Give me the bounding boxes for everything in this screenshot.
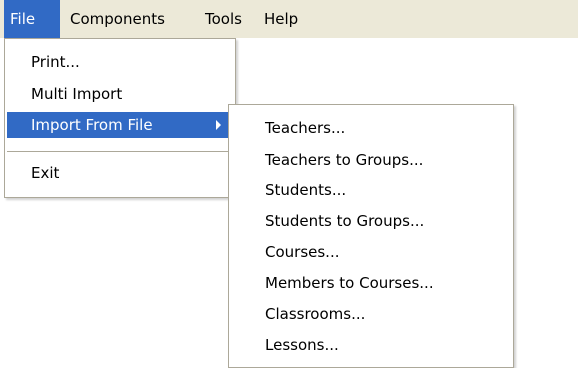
submenu-item-courses[interactable]: Courses... [231,239,511,265]
menu-item-multi-import[interactable]: Multi Import [7,81,233,107]
menu-tools[interactable]: Tools [199,0,248,38]
menu-separator [7,151,233,152]
submenu-item-lessons[interactable]: Lessons... [231,332,511,358]
menu-item-import-from-file-label: Import From File [31,116,153,134]
menu-components[interactable]: Components [64,0,171,38]
submenu-item-teachers-to-groups[interactable]: Teachers to Groups... [231,147,511,173]
submenu-item-classrooms[interactable]: Classrooms... [231,301,511,327]
menu-file[interactable]: File [4,0,60,38]
submenu-item-students-to-groups[interactable]: Students to Groups... [231,208,511,234]
import-from-file-submenu: Teachers... Teachers to Groups... Studen… [228,104,514,368]
submenu-item-teachers[interactable]: Teachers... [231,115,511,141]
menu-bar: File Components Tools Help [0,0,578,38]
file-menu: Print... Multi Import Import From File E… [4,38,236,198]
submenu-item-members-to-courses[interactable]: Members to Courses... [231,270,511,296]
menu-item-import-from-file[interactable]: Import From File [7,112,233,138]
menu-help[interactable]: Help [258,0,304,38]
submenu-arrow-icon [216,120,221,130]
menu-item-exit[interactable]: Exit [7,160,233,186]
menu-item-print[interactable]: Print... [7,49,233,75]
submenu-item-students[interactable]: Students... [231,177,511,203]
